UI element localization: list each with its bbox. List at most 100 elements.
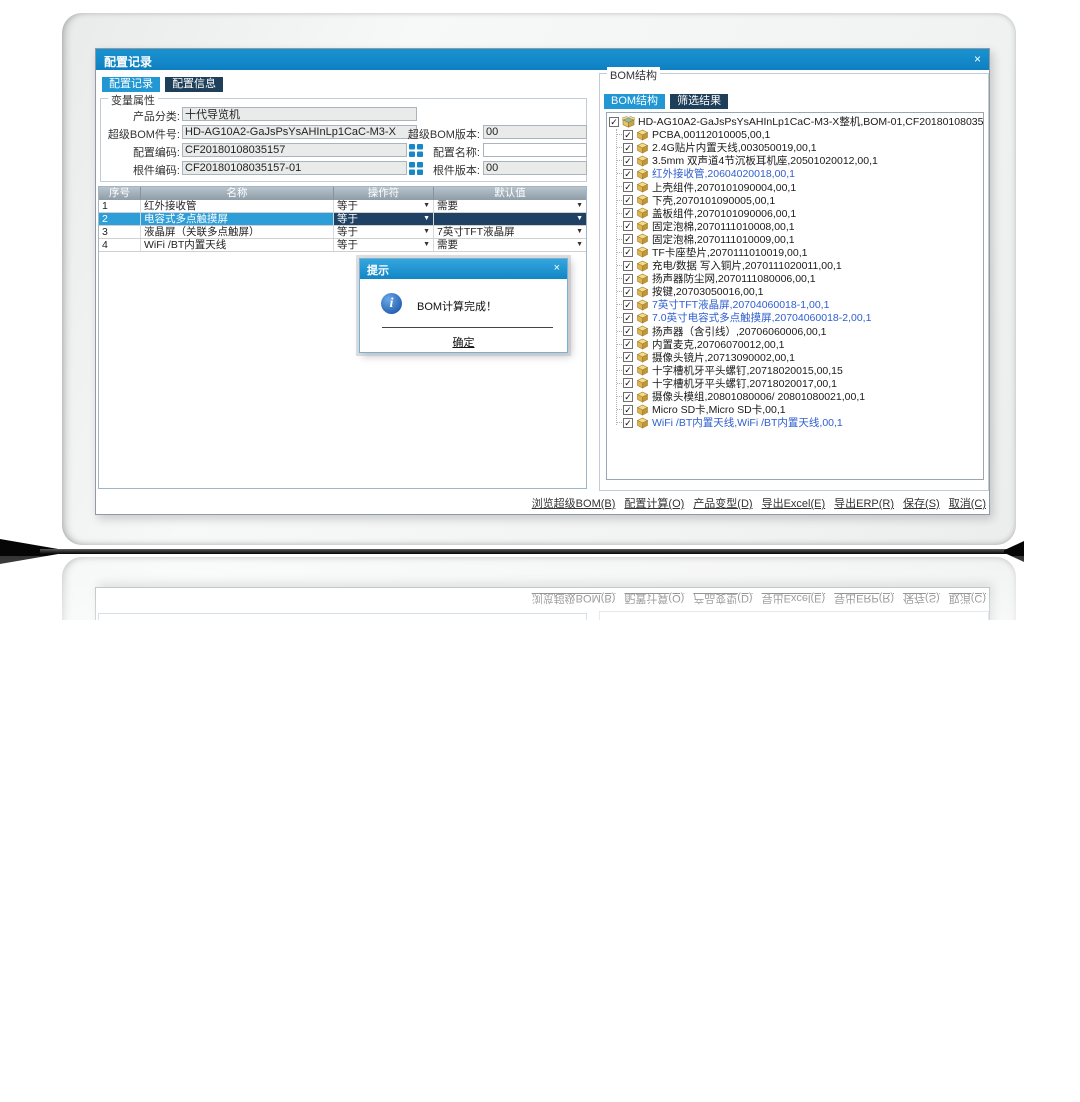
bom-tree-item[interactable]: 摄像头模组,20801080006/ 20801080021,00,1 — [609, 390, 983, 403]
operator-dropdown[interactable]: 等于▼ — [334, 239, 434, 251]
footer-link[interactable]: 产品变型(D) — [693, 495, 752, 511]
bom-tree-item[interactable]: 十字槽机牙平头螺钉,20718020015,00,15 — [609, 364, 983, 377]
checkbox-checked-icon[interactable] — [623, 247, 633, 257]
bom-tree-item[interactable]: HD-AG10A2-GaJsPsYsAHInLp1CaC-M3-X整机,BOM-… — [609, 115, 983, 128]
checkbox-checked-icon[interactable] — [623, 392, 633, 402]
bom-tree-item[interactable]: Micro SD卡,Micro SD卡,00,1 — [609, 403, 983, 416]
bom-tree-item[interactable]: 7.0英寸电容式多点触摸屏,20704060018-2,00,1 — [609, 311, 983, 324]
checkbox-checked-icon[interactable] — [623, 156, 633, 166]
checkbox-checked-icon[interactable] — [623, 339, 633, 349]
checkbox-checked-icon[interactable] — [623, 378, 633, 388]
super-bom-version-field[interactable] — [483, 125, 587, 139]
operator-dropdown[interactable]: 等于▼ — [334, 200, 434, 212]
bom-tree-item[interactable]: 摄像头镜片,20713090002,00,1 — [609, 351, 983, 364]
config-code-field[interactable] — [182, 143, 407, 157]
bom-tree-item[interactable]: 按键,20703050016,00,1 — [609, 285, 983, 298]
footer-link[interactable]: 配置计算(O) — [624, 495, 684, 511]
bom-tree-item[interactable]: 扬声器（含引线）,20706060006,00,1 — [609, 325, 983, 338]
root-code-label: 根件编码: — [101, 162, 180, 178]
super-bom-field[interactable] — [182, 125, 417, 139]
bom-tree-item[interactable]: WiFi /BT内置天线,WiFi /BT内置天线,00,1 — [609, 416, 983, 429]
checkbox-checked-icon[interactable] — [623, 234, 633, 244]
part-icon — [636, 155, 649, 167]
bom-tree-item[interactable]: 充电/数据 写入铜片,2070111020011,00,1 — [609, 259, 983, 272]
default-value-dropdown[interactable]: ▼ — [434, 213, 586, 225]
ok-button[interactable]: 确定 — [360, 334, 567, 350]
config-name-field[interactable] — [483, 143, 587, 157]
checkbox-checked-icon[interactable] — [623, 352, 633, 362]
part-icon — [636, 233, 649, 245]
checkbox-checked-icon[interactable] — [623, 182, 633, 192]
bom-tree-panel[interactable]: HD-AG10A2-GaJsPsYsAHInLp1CaC-M3-X整机,BOM-… — [606, 112, 984, 480]
tab-config-info[interactable]: 配置信息 — [165, 77, 223, 92]
dialog-divider — [382, 327, 553, 328]
table-row[interactable]: 3 液晶屏（关联多点触屏） 等于▼ 7英寸TFT液晶屏▼ — [99, 226, 586, 239]
checkbox-checked-icon[interactable] — [623, 326, 633, 336]
root-version-field[interactable] — [483, 161, 587, 175]
default-value-dropdown[interactable]: 7英寸TFT液晶屏▼ — [434, 226, 586, 238]
checkbox-checked-icon[interactable] — [623, 405, 633, 415]
checkbox-checked-icon[interactable] — [623, 261, 633, 271]
checkbox-checked-icon[interactable] — [623, 300, 633, 310]
part-icon — [636, 351, 649, 363]
operator-dropdown[interactable]: 等于▼ — [334, 213, 434, 225]
footer-link[interactable]: 保存(S) — [903, 495, 940, 511]
checkbox-checked-icon[interactable] — [623, 418, 633, 428]
tab-filter-results[interactable]: 筛选结果 — [670, 94, 728, 109]
form-row: 产品分类: — [101, 107, 586, 121]
variable-properties-group: 变量属性 产品分类: 超级BOM件号: 超级BOM版本: 配置编码: — [100, 98, 587, 182]
dialog-close-icon[interactable]: × — [554, 262, 560, 274]
bom-tree-item[interactable]: 盖板组件,2070101090006,00,1 — [609, 207, 983, 220]
footer-link[interactable]: 导出ERP(R) — [834, 495, 894, 511]
operator-dropdown[interactable]: 等于▼ — [334, 226, 434, 238]
checkbox-checked-icon[interactable] — [623, 365, 633, 375]
default-value: 7英寸TFT液晶屏 — [437, 226, 515, 238]
bom-tree-item[interactable]: 十字槽机牙平头螺钉,20718020017,00,1 — [609, 377, 983, 390]
checkbox-checked-icon[interactable] — [623, 143, 633, 153]
checkbox-checked-icon[interactable] — [623, 287, 633, 297]
part-icon — [636, 299, 649, 311]
checkbox-checked-icon[interactable] — [623, 208, 633, 218]
bom-tree-item[interactable]: 固定泡棉,2070111010009,00,1 — [609, 233, 983, 246]
message-dialog: 提示 × i BOM计算完成！ 确定 — [359, 258, 568, 353]
bom-tree-item[interactable]: 内置麦克,20706070012,00,1 — [609, 338, 983, 351]
row-index: 4 — [99, 239, 141, 251]
bom-tree-item[interactable]: 固定泡棉,2070111010008,00,1 — [609, 220, 983, 233]
close-icon[interactable]: × — [974, 52, 981, 66]
bom-tree-item[interactable]: TF卡座垫片,2070111010019,00,1 — [609, 246, 983, 259]
checkbox-checked-icon[interactable] — [623, 130, 633, 140]
footer-link[interactable]: 浏览超级BOM(B) — [532, 495, 616, 511]
checkbox-checked-icon[interactable] — [623, 169, 633, 179]
form-row: 超级BOM件号: 超级BOM版本: — [101, 125, 586, 139]
bom-tree-item[interactable]: 扬声器防尘网,2070111080006,00,1 — [609, 272, 983, 285]
default-value: 需要 — [437, 239, 458, 251]
bom-tree-item[interactable]: 上壳组件,2070101090004,00,1 — [609, 180, 983, 193]
checkbox-checked-icon[interactable] — [609, 117, 619, 127]
checkbox-checked-icon[interactable] — [623, 195, 633, 205]
table-row[interactable]: 1 红外接收管 等于▼ 需要▼ — [99, 200, 586, 213]
table-row[interactable]: 2 电容式多点触摸屏 等于▼ ▼ — [99, 213, 586, 226]
tab-config-record[interactable]: 配置记录 — [102, 77, 160, 92]
table-row[interactable]: 4 WiFi /BT内置天线 等于▼ 需要▼ — [99, 239, 586, 252]
part-icon — [636, 391, 649, 403]
checkbox-checked-icon[interactable] — [623, 221, 633, 231]
product-category-field[interactable] — [182, 107, 417, 121]
footer-link[interactable]: 取消(C) — [949, 495, 986, 511]
bom-tree-item[interactable]: 红外接收管,20604020018,00,1 — [609, 167, 983, 180]
tab-bom-structure[interactable]: BOM结构 — [604, 94, 665, 109]
bom-tree-item[interactable]: 下壳,2070101090005,00,1 — [609, 194, 983, 207]
bom-tree-item[interactable]: 2.4G贴片内置天线,003050019,00,1 — [609, 141, 983, 154]
bom-tree-item[interactable]: 7英寸TFT液晶屏,20704060018-1,00,1 — [609, 298, 983, 311]
operator-value: 等于 — [337, 213, 358, 225]
default-value-dropdown[interactable]: 需要▼ — [434, 239, 586, 251]
default-value-dropdown[interactable]: 需要▼ — [434, 200, 586, 212]
part-icon — [636, 273, 649, 285]
root-code-field[interactable] — [182, 161, 407, 175]
checkbox-checked-icon[interactable] — [623, 313, 633, 323]
bom-tree-item[interactable]: PCBA,00112010005,00,1 — [609, 128, 983, 141]
form-row: 配置编码: 配置名称: — [101, 143, 586, 157]
checkbox-checked-icon[interactable] — [623, 274, 633, 284]
table-body: 1 红外接收管 等于▼ 需要▼ 2 电容式多点触摸屏 等于▼ ▼ 3 液晶屏（关… — [99, 200, 586, 252]
bom-tree-item[interactable]: 3.5mm 双声道4节沉板耳机座,20501020012,00,1 — [609, 154, 983, 167]
footer-link[interactable]: 导出Excel(E) — [762, 495, 826, 511]
